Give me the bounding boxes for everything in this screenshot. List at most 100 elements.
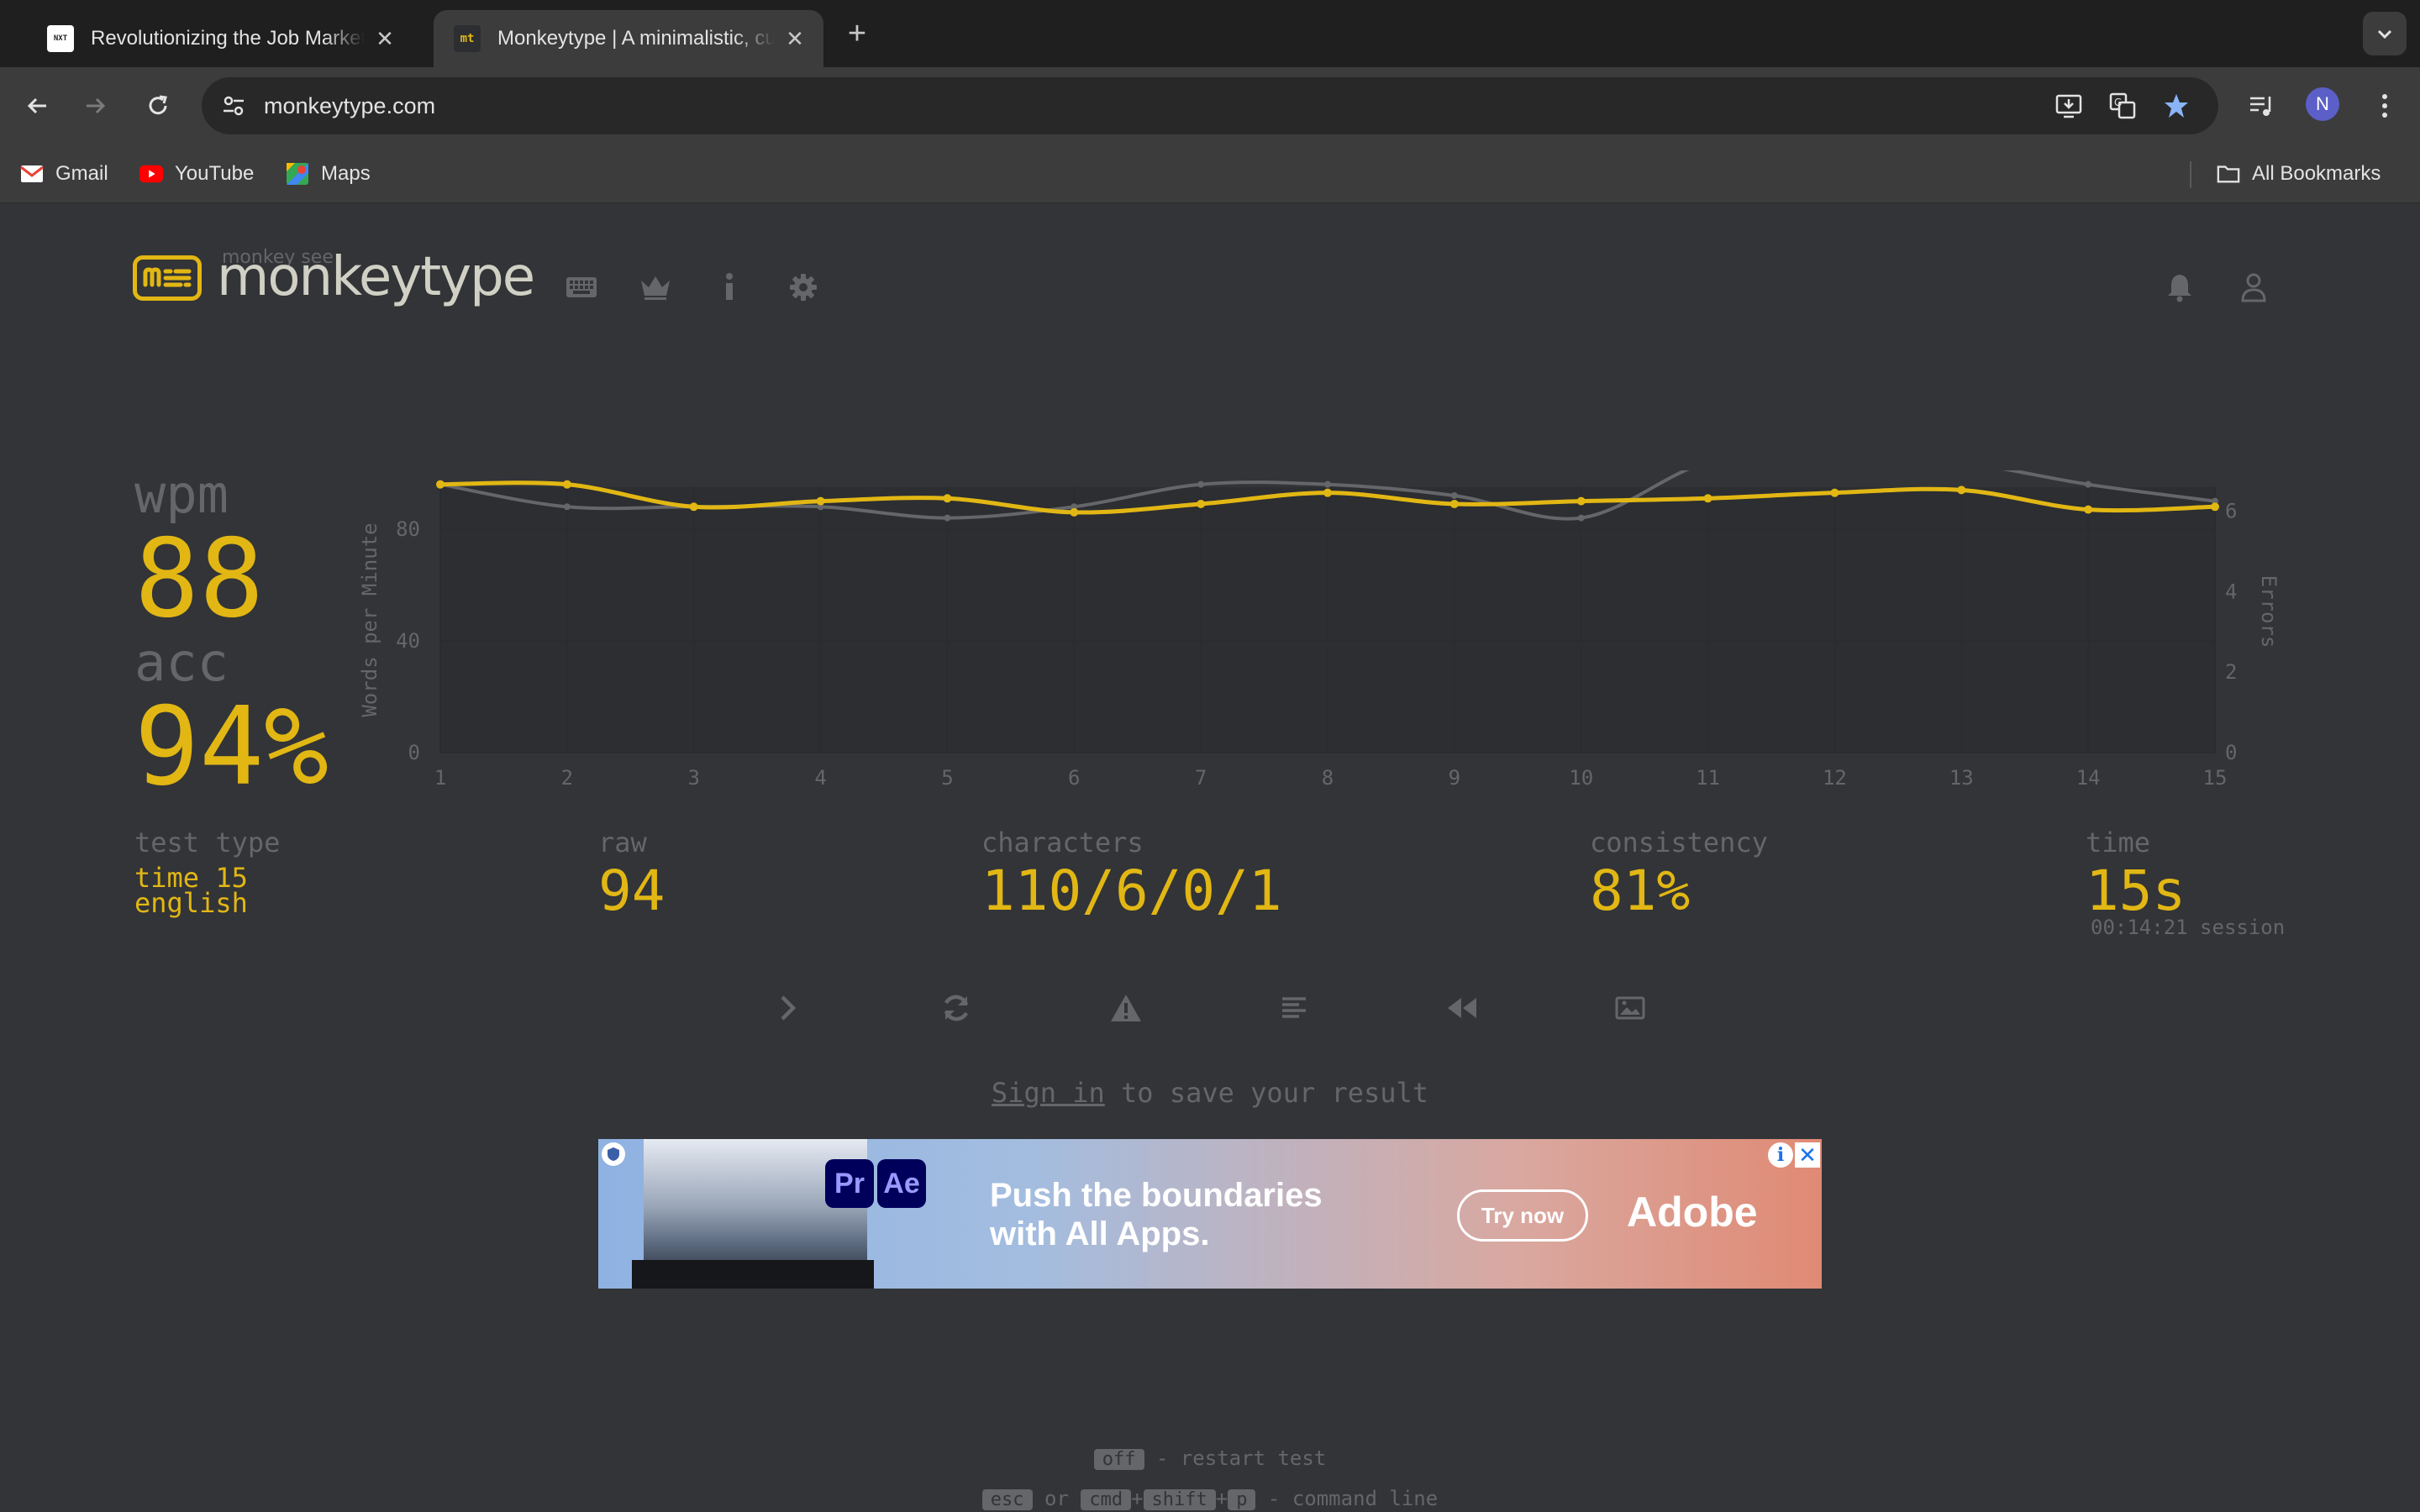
chart-point-wpm [689,502,698,512]
restart-button[interactable] [934,986,978,1030]
chart-x-tick-label: 13 [1949,766,1974,790]
tab-search-button[interactable] [2363,12,2407,55]
chart-x-tick-label: 14 [2076,766,2101,790]
install-app-icon[interactable] [2049,86,2089,126]
wpm-value: 88 [134,517,265,642]
close-tab-icon[interactable]: ✕ [373,27,397,50]
folder-icon [2217,162,2240,186]
bookmark-label: Gmail [55,162,108,185]
nav-settings-button[interactable] [785,269,822,306]
words-history-button[interactable] [1272,986,1316,1030]
arrow-right-icon [87,97,106,114]
advertisement-banner[interactable]: Pr Ae Push the boundaries with All Apps.… [598,1139,1822,1289]
ad-badge-icon [602,1142,625,1166]
chart-y2-tick-label: 4 [2225,580,2237,603]
report-button[interactable] [1104,986,1148,1030]
logo[interactable]: monkeytype [133,244,535,311]
hint-text: + [1215,1487,1228,1510]
arrow-left-icon [27,97,46,114]
chart-point-raw [1197,480,1205,488]
bell-icon [2168,275,2191,302]
bookmark-youtube[interactable]: YouTube [139,144,254,203]
translate-icon[interactable]: G [2102,86,2143,126]
chart-x-tick-label: 8 [1322,766,1334,790]
chart-point-wpm [1957,486,1966,495]
site-info-icon[interactable] [213,86,254,126]
chart-y2-tick-label: 2 [2225,660,2237,684]
bookmark-maps[interactable]: Maps [286,144,371,203]
chart-point-wpm [1703,494,1712,503]
next-test-button[interactable] [766,986,810,1030]
media-controls-icon[interactable] [2242,86,2282,126]
ad-cta-button[interactable]: Try now [1457,1189,1588,1242]
hint-text: - restart test [1144,1446,1327,1470]
nav-test-button[interactable] [563,269,600,306]
back-button[interactable] [17,86,57,126]
bookmarks-divider [2190,161,2191,188]
chart-x-tick-label: 9 [1449,766,1460,790]
chart-x-tick-label: 6 [1068,766,1080,790]
sign-in-text: to save your result [1104,1077,1429,1109]
hint-text: - command line [1255,1487,1439,1510]
chart-point-raw [1450,491,1458,499]
profile-avatar[interactable]: N [2306,87,2339,121]
chart-point-wpm [562,480,571,489]
browser-toolbar: monkeytype.com G [0,67,2420,144]
chart-point-wpm [1197,499,1206,508]
ad-close-icon[interactable]: ✕ [1795,1142,1820,1168]
consistency-label: consistency [1590,827,1768,858]
chart-x-tick-label: 3 [687,766,699,790]
key-badge: esc [981,1489,1033,1510]
chart-point-wpm [1830,488,1839,497]
forward-button[interactable] [76,86,116,126]
chart-y-tick-label: 40 [396,629,420,653]
session-time: 00:14:21 session [2091,916,2286,939]
chart-y-tick-label: 80 [396,517,420,541]
time-value: 15s [2086,858,2186,923]
tab-favicon: NXT [47,25,74,52]
ad-info-icon[interactable]: i [1768,1142,1793,1168]
all-bookmarks-button[interactable]: All Bookmarks [2217,144,2381,203]
url-text: monkeytype.com [264,93,436,118]
screenshot-button[interactable] [1608,986,1652,1030]
chart-y2-tick-label: 6 [2225,500,2237,523]
chevron-down-icon [2377,29,2392,39]
tab-job-market[interactable]: NXT Revolutionizing the Job Market ✕ [27,10,413,67]
bookmark-label: All Bookmarks [2252,162,2381,185]
replay-button[interactable] [1440,986,1484,1030]
raw-label: raw [598,827,647,858]
tab-monkeytype[interactable]: mt Monkeytype | A minimalistic, customiz… [434,10,823,67]
chart-x-tick-label: 7 [1195,766,1207,790]
consistency-value: 81% [1590,858,1691,923]
more-menu-icon[interactable] [2365,86,2405,126]
chart-point-wpm [816,496,825,506]
bookmark-gmail[interactable]: Gmail [20,144,108,203]
bookmark-star-icon[interactable] [2156,86,2196,126]
chart-x-tick-label: 4 [814,766,826,790]
maps-icon [286,162,309,186]
notifications-button[interactable] [2161,269,2198,306]
restart-hint: off - restart test [0,1446,2420,1470]
raw-value: 94 [598,858,666,923]
key-badge: cmd [1081,1489,1132,1510]
bookmark-label: YouTube [175,162,255,185]
gear-icon [790,274,817,301]
chart-point-raw [1577,514,1585,522]
chart-point-wpm [2211,502,2219,512]
characters-label: characters [981,827,1144,858]
align-left-icon [1282,997,1306,1018]
bookmark-label: Maps [321,162,371,185]
ad-headline-line1: Push the boundaries [990,1177,1323,1214]
chart-x-tick-label: 2 [561,766,573,790]
sign-in-link[interactable]: Sign in [992,1077,1105,1109]
chart-point-wpm [1323,488,1332,497]
new-tab-button[interactable]: + [839,15,876,52]
close-tab-icon[interactable]: ✕ [783,27,807,50]
tab-favicon: mt [454,25,481,52]
nav-leaderboards-button[interactable] [637,269,674,306]
address-bar[interactable]: monkeytype.com G [202,77,2218,134]
reload-button[interactable] [138,86,178,126]
bookmarks-bar: Gmail YouTube Maps All Bookmarks [0,144,2420,203]
account-button[interactable] [2235,269,2272,306]
nav-about-button[interactable] [711,269,748,306]
